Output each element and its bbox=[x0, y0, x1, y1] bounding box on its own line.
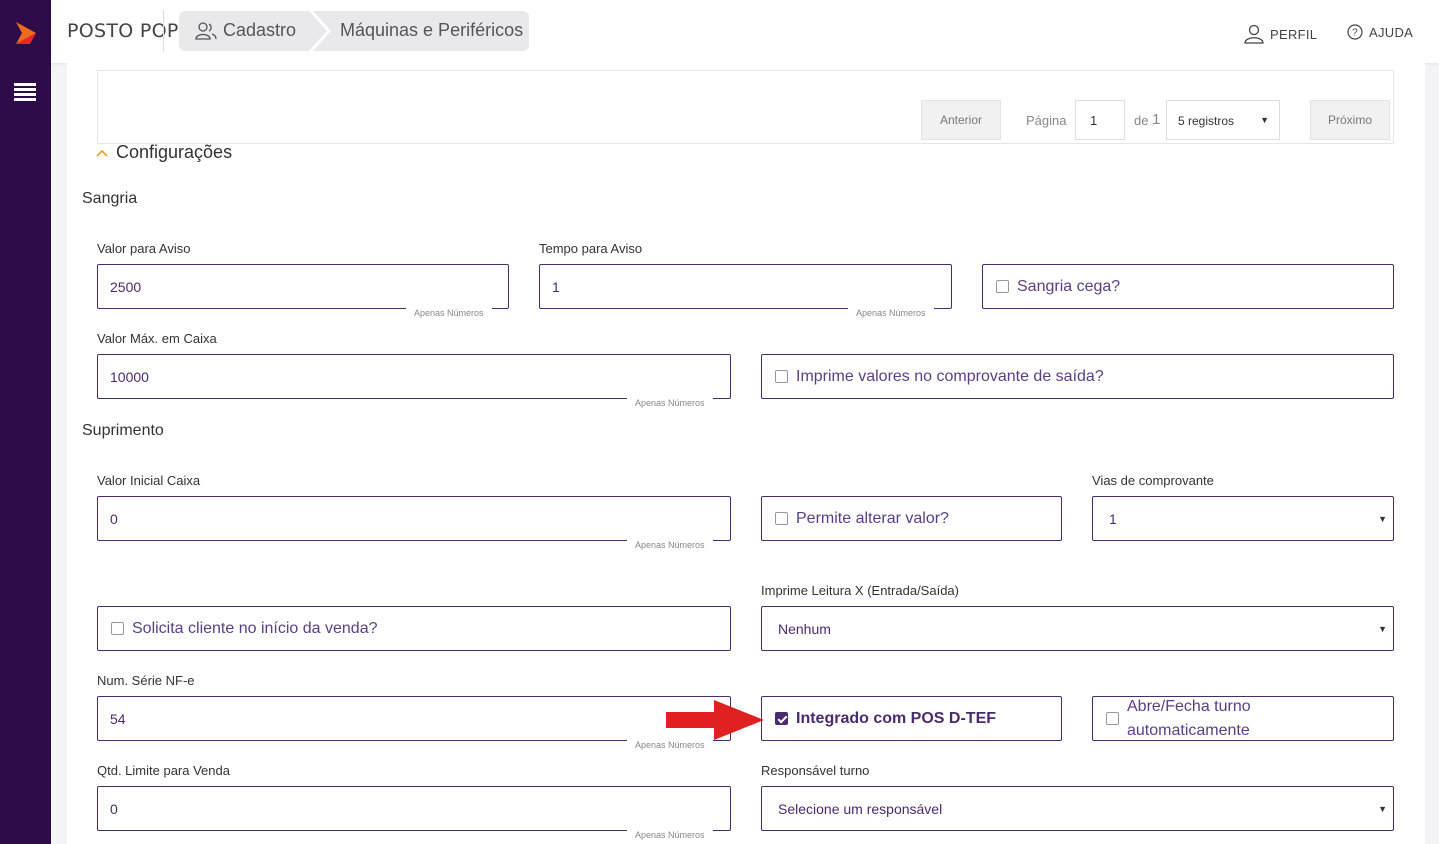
sangria-cega-checkbox[interactable]: Sangria cega? bbox=[982, 264, 1394, 309]
page-label: Página bbox=[1026, 113, 1067, 128]
solicita-cliente-checkbox[interactable]: Solicita cliente no início da venda? bbox=[97, 606, 731, 651]
valor-aviso-label: Valor para Aviso bbox=[97, 241, 191, 256]
config-title: Configurações bbox=[116, 142, 233, 162]
breadcrumb-separator bbox=[309, 11, 331, 51]
checkbox-checked-icon bbox=[775, 712, 788, 725]
help-icon: ? bbox=[1347, 24, 1363, 40]
numbers-hint: Apenas Números bbox=[627, 540, 713, 550]
responsavel-value: Selecione um responsável bbox=[778, 801, 943, 817]
top-bar: POSTO POP Cadastro Máquinas e Periférico… bbox=[51, 0, 1439, 63]
config-toggle[interactable]: Configurações bbox=[96, 142, 232, 163]
red-arrow-icon bbox=[666, 700, 764, 740]
tempo-aviso-input[interactable]: 1 bbox=[539, 264, 952, 309]
profile-link[interactable]: PERFIL bbox=[1244, 24, 1317, 44]
leitura-x-label: Imprime Leitura X (Entrada/Saída) bbox=[761, 583, 959, 598]
permite-alterar-label: Permite alterar valor? bbox=[796, 509, 949, 527]
per-page-select[interactable]: 5 registros ▼ bbox=[1166, 100, 1280, 140]
qtd-limite-input[interactable]: 0 bbox=[97, 786, 731, 831]
logo-icon bbox=[16, 22, 36, 44]
caret-down-icon: ▼ bbox=[1378, 803, 1387, 814]
per-page-value: 5 registros bbox=[1178, 114, 1235, 128]
sangria-cega-label: Sangria cega? bbox=[1017, 277, 1121, 295]
caret-down-icon: ▼ bbox=[1260, 115, 1269, 125]
checkbox-icon bbox=[1106, 712, 1119, 725]
total-pages: 1 bbox=[1152, 111, 1161, 128]
next-button[interactable]: Próximo bbox=[1310, 100, 1390, 140]
help-label: AJUDA bbox=[1369, 24, 1414, 40]
valor-aviso-input[interactable]: 2500 bbox=[97, 264, 509, 309]
qtd-limite-label: Qtd. Limite para Venda bbox=[97, 763, 230, 778]
suprimento-title: Suprimento bbox=[82, 422, 164, 439]
abre-fecha-label: Abre/Fecha turno automaticamente bbox=[1127, 697, 1251, 739]
prev-button[interactable]: Anterior bbox=[921, 100, 1001, 140]
user-icon bbox=[1244, 24, 1264, 44]
tempo-aviso-label: Tempo para Aviso bbox=[539, 241, 643, 256]
leitura-x-value: Nenhum bbox=[778, 621, 831, 637]
svg-text:?: ? bbox=[1352, 28, 1358, 39]
sangria-title: Sangria bbox=[82, 190, 138, 207]
serie-input[interactable]: 54 bbox=[97, 696, 731, 741]
vias-label: Vias de comprovante bbox=[1092, 473, 1214, 488]
leitura-x-select[interactable]: Nenhum ▼ bbox=[761, 606, 1394, 651]
valor-inicial-label: Valor Inicial Caixa bbox=[97, 473, 201, 488]
breadcrumb-label: Cadastro bbox=[223, 20, 297, 40]
page-input[interactable]: 1 bbox=[1075, 100, 1125, 140]
sidebar bbox=[0, 0, 51, 844]
checkbox-icon bbox=[775, 370, 788, 383]
valor-max-input[interactable]: 10000 bbox=[97, 354, 731, 399]
menu-icon[interactable] bbox=[14, 82, 36, 102]
numbers-hint: Apenas Números bbox=[627, 398, 713, 408]
valor-max-label: Valor Máx. em Caixa bbox=[97, 331, 217, 346]
valor-inicial-input[interactable]: 0 bbox=[97, 496, 731, 541]
checkbox-icon bbox=[775, 512, 788, 525]
breadcrumb: Cadastro Máquinas e Periféricos bbox=[179, 11, 529, 51]
serie-label: Num. Série NF-e bbox=[97, 673, 195, 688]
breadcrumb-cadastro[interactable]: Cadastro bbox=[195, 20, 296, 41]
responsavel-select[interactable]: Selecione um responsável ▼ bbox=[761, 786, 1394, 831]
checkbox-icon bbox=[111, 622, 124, 635]
responsavel-label: Responsável turno bbox=[761, 763, 870, 778]
vias-select[interactable]: 1 ▼ bbox=[1092, 496, 1394, 541]
chevron-up-icon bbox=[96, 149, 108, 157]
caret-down-icon: ▼ bbox=[1378, 623, 1387, 634]
numbers-hint: Apenas Números bbox=[848, 308, 934, 318]
integrado-pos-label: Integrado com POS D-TEF bbox=[796, 709, 997, 727]
abre-fecha-checkbox[interactable]: Abre/Fecha turno automaticamente bbox=[1092, 696, 1394, 741]
permite-alterar-checkbox[interactable]: Permite alterar valor? bbox=[761, 496, 1062, 541]
caret-down-icon: ▼ bbox=[1378, 513, 1387, 524]
imprime-valores-checkbox[interactable]: Imprime valores no comprovante de saída? bbox=[761, 354, 1394, 399]
breadcrumb-maquinas[interactable]: Máquinas e Periféricos bbox=[340, 20, 523, 41]
numbers-hint: Apenas Números bbox=[627, 830, 713, 840]
profile-label: PERFIL bbox=[1270, 26, 1318, 42]
users-icon bbox=[195, 21, 217, 40]
vias-value: 1 bbox=[1109, 511, 1117, 527]
imprime-valores-label: Imprime valores no comprovante de saída? bbox=[796, 367, 1104, 385]
checkbox-icon bbox=[996, 280, 1009, 293]
help-link[interactable]: ? AJUDA bbox=[1347, 24, 1413, 40]
of-label: de bbox=[1134, 113, 1149, 128]
brand-name: POSTO POP bbox=[67, 20, 179, 42]
numbers-hint: Apenas Números bbox=[406, 308, 492, 318]
integrado-pos-checkbox[interactable]: Integrado com POS D-TEF bbox=[761, 696, 1062, 741]
divider bbox=[163, 10, 164, 52]
numbers-hint: Apenas Números bbox=[627, 740, 713, 750]
solicita-cliente-label: Solicita cliente no início da venda? bbox=[132, 619, 378, 637]
